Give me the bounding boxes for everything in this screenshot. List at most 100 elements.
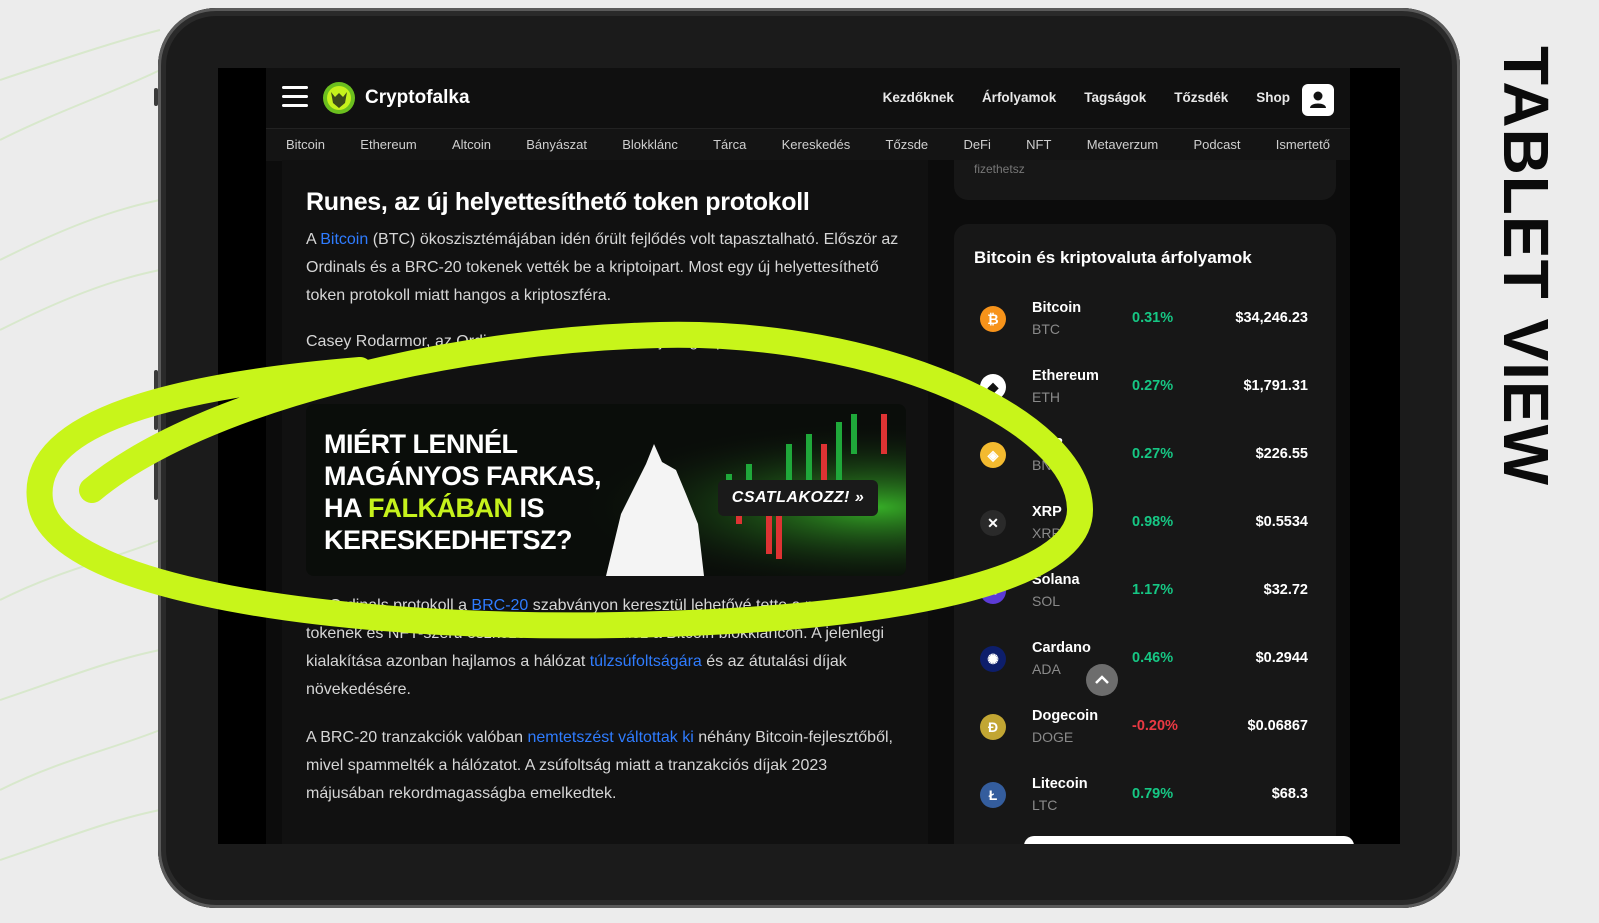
- coin-name: Bitcoin: [1032, 300, 1082, 316]
- nav-arfolyamok[interactable]: Árfolyamok: [982, 90, 1056, 105]
- tablet-volume-button: [154, 440, 158, 500]
- coin-name: BNB: [1032, 436, 1064, 452]
- coin-row[interactable]: ◈ BNB BNB 0.27% $226.55: [954, 424, 1336, 492]
- coin-change: 0.31%: [1132, 310, 1174, 326]
- website-page: Cryptofalka Kezdőknek Árfolyamok Tagságo…: [266, 68, 1354, 844]
- coin-price: $226.55: [1255, 446, 1308, 462]
- coin-change: 0.27%: [1132, 378, 1174, 394]
- bitcoin-link[interactable]: Bitcoin: [320, 231, 368, 248]
- coin-change: 0.46%: [1132, 650, 1174, 666]
- coin-change: 0.27%: [1132, 446, 1174, 462]
- banner-headline: MIÉRT LENNÉL MAGÁNYOS FARKAS, HA FALKÁBA…: [324, 429, 602, 555]
- promo-banner[interactable]: MIÉRT LENNÉL MAGÁNYOS FARKAS, HA FALKÁBA…: [306, 404, 906, 576]
- controversy-link[interactable]: nemtetszést váltottak ki: [527, 729, 693, 746]
- coin-price: $68.3: [1271, 786, 1308, 802]
- coin-change: -0.20%: [1132, 718, 1178, 734]
- coin-symbol: DOGE: [1032, 729, 1074, 745]
- scroll-to-top-button[interactable]: [1086, 664, 1118, 696]
- nav-kezdoknek[interactable]: Kezdőknek: [883, 90, 954, 105]
- nav-tagsagok[interactable]: Tagságok: [1084, 90, 1146, 105]
- tablet-volume-button: [154, 370, 158, 430]
- btc-coin-icon: ₿: [980, 306, 1006, 332]
- coin-price: $0.2944: [1255, 650, 1308, 666]
- category-podcast[interactable]: Podcast: [1194, 137, 1241, 152]
- coin-change: 0.98%: [1132, 514, 1174, 530]
- article-title: Runes, az új helyettesíthető token proto…: [306, 188, 810, 216]
- coin-row[interactable]: Ð Dogecoin DOGE -0.20% $0.06867: [954, 696, 1336, 764]
- coin-row[interactable]: ✕ XRP XRP 0.98% $0.5534: [954, 492, 1336, 560]
- site-logo-text[interactable]: Cryptofalka: [365, 87, 470, 109]
- menu-icon[interactable]: [282, 86, 308, 108]
- user-icon: [1310, 91, 1326, 108]
- coin-price: $1,791.31: [1243, 378, 1308, 394]
- coin-symbol: ADA: [1032, 661, 1061, 677]
- coin-symbol: LTC: [1032, 797, 1058, 813]
- sol-coin-icon: ≡: [980, 578, 1006, 604]
- category-altcoin[interactable]: Altcoin: [452, 137, 491, 152]
- category-nav: Bitcoin Ethereum Altcoin Bányászat Blokk…: [266, 128, 1350, 161]
- coin-price: $0.06867: [1247, 718, 1308, 734]
- coin-price: $32.72: [1263, 582, 1308, 598]
- category-tozsde[interactable]: Tőzsde: [886, 137, 929, 152]
- bnb-coin-icon: ◈: [980, 442, 1006, 468]
- top-nav: Kezdőknek Árfolyamok Tagságok Tőzsdék Sh…: [855, 90, 1290, 105]
- category-banyaszat[interactable]: Bányászat: [526, 137, 587, 152]
- coin-name: Litecoin: [1032, 776, 1088, 792]
- category-defi[interactable]: DeFi: [963, 137, 990, 152]
- wolf-logo-icon[interactable]: [322, 81, 356, 115]
- coin-name: Dogecoin: [1032, 708, 1099, 724]
- double-chevron-icon: »: [854, 489, 865, 506]
- coin-name: Ethereum: [1032, 368, 1099, 384]
- rates-title: Bitcoin és kriptovaluta árfolyamok: [974, 248, 1252, 267]
- xrp-coin-icon: ✕: [980, 510, 1006, 536]
- coin-symbol: XRP: [1032, 525, 1061, 541]
- congestion-link[interactable]: túlzsúfoltságára: [590, 653, 702, 670]
- coin-name: Cardano: [1032, 640, 1091, 656]
- coin-symbol: ETH: [1032, 389, 1060, 405]
- coin-change: 1.17%: [1132, 582, 1174, 598]
- coin-name: XRP: [1032, 504, 1062, 520]
- tablet-view-label: TABLET VIEW: [1490, 46, 1562, 486]
- ada-coin-icon: ✺: [980, 646, 1006, 672]
- sidebar: fizethetsz Bitcoin és kriptovaluta árfol…: [928, 160, 1350, 844]
- article-paragraph: A BRC-20 tranzakciók valóban nemtetszést…: [306, 729, 893, 802]
- coin-row[interactable]: ₿ Bitcoin BTC 0.31% $34,246.23: [954, 288, 1336, 356]
- user-account-button[interactable]: [1302, 84, 1334, 116]
- category-ethereum[interactable]: Ethereum: [360, 137, 416, 152]
- site-header: Cryptofalka Kezdőknek Árfolyamok Tagságo…: [266, 68, 1350, 128]
- crypto-rates-widget: Bitcoin és kriptovaluta árfolyamok ₿ Bitc…: [954, 224, 1336, 844]
- nav-tozsdek[interactable]: Tőzsdék: [1174, 90, 1228, 105]
- category-kereskedes[interactable]: Kereskedés: [782, 137, 851, 152]
- coin-price: $34,246.23: [1235, 310, 1308, 326]
- coin-symbol: SOL: [1032, 593, 1061, 609]
- category-bitcoin[interactable]: Bitcoin: [286, 137, 325, 152]
- ltc-coin-icon: Ł: [980, 782, 1006, 808]
- coin-symbol: BNB: [1032, 457, 1061, 473]
- category-nft[interactable]: NFT: [1026, 137, 1051, 152]
- coin-row[interactable]: ✺ Cardano ADA 0.46% $0.2944: [954, 628, 1336, 696]
- coin-price: $0.5534: [1255, 514, 1308, 530]
- category-metaverzum[interactable]: Metaverzum: [1087, 137, 1159, 152]
- eth-coin-icon: ◆: [980, 374, 1006, 400]
- coin-change: 0.79%: [1132, 786, 1174, 802]
- article-paragraph: Az Ordinals protokoll a BRC-20 szabványo…: [306, 597, 885, 698]
- bottom-card-edge: [1024, 836, 1354, 844]
- coin-row[interactable]: ◆ Ethereum ETH 0.27% $1,791.31: [954, 356, 1336, 424]
- tablet-screen: Cryptofalka Kezdőknek Árfolyamok Tagságo…: [218, 68, 1400, 844]
- chevron-up-icon: [1095, 675, 1109, 684]
- article-paragraph: Casey Rodarmor, az Ordinals protokoll me…: [306, 333, 777, 350]
- brc20-link[interactable]: BRC-20: [471, 597, 528, 614]
- category-ismerteto[interactable]: Ismertető: [1276, 137, 1330, 152]
- coin-row[interactable]: Ł Litecoin LTC 0.79% $68.3: [954, 764, 1336, 832]
- tablet-side-button: [154, 88, 158, 106]
- nav-shop[interactable]: Shop: [1256, 90, 1290, 105]
- doge-coin-icon: Ð: [980, 714, 1006, 740]
- join-button[interactable]: CSATLAKOZZ! »: [718, 480, 878, 516]
- coin-row[interactable]: ≡ Solana SOL 1.17% $32.72: [954, 560, 1336, 628]
- coin-symbol: BTC: [1032, 321, 1060, 337]
- category-tarca[interactable]: Tárca: [713, 137, 746, 152]
- sidebar-card-fragment: fizethetsz: [954, 160, 1336, 200]
- article-paragraph: A Bitcoin (BTC) ökoszisztémájában idén ő…: [306, 231, 899, 304]
- coin-name: Solana: [1032, 572, 1080, 588]
- category-blokklanc[interactable]: Blokklánc: [622, 137, 678, 152]
